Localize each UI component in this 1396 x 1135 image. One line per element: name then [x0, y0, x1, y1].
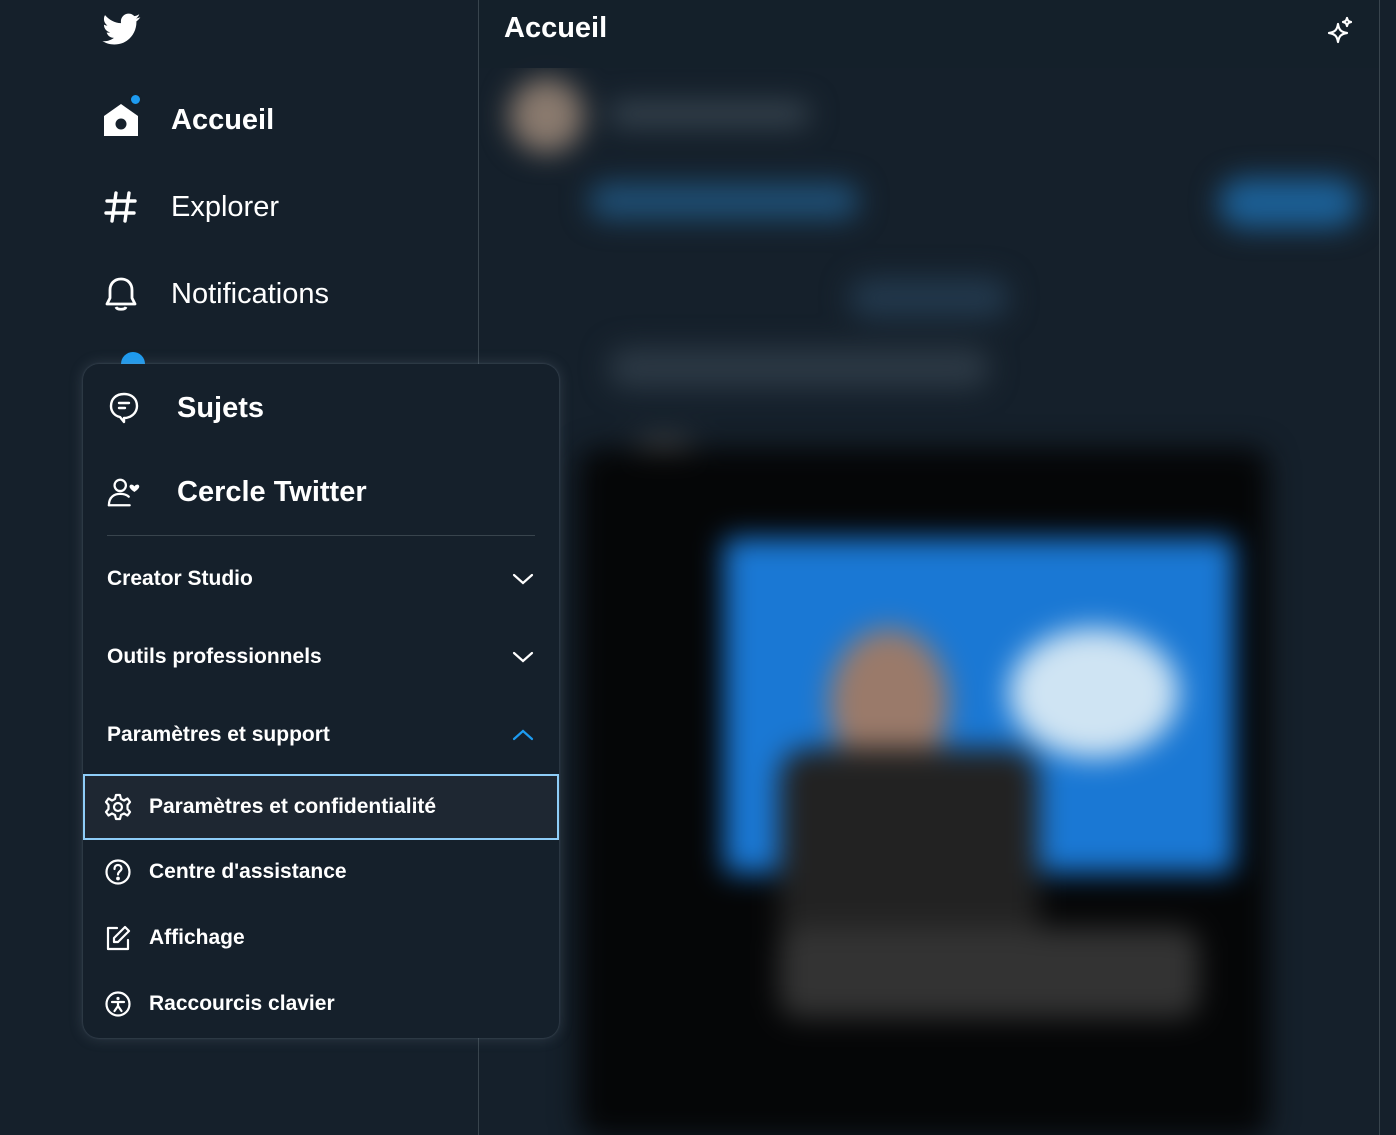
menu-item-topics[interactable]: Sujets — [83, 368, 559, 448]
nav-item-explore[interactable]: Explorer — [100, 177, 279, 237]
menu-divider — [107, 535, 535, 536]
blurred-button — [1219, 178, 1359, 228]
home-notification-dot — [129, 93, 142, 106]
nav-item-label: Explorer — [171, 190, 279, 223]
menu-item-twitter-circle[interactable]: Cercle Twitter — [83, 452, 559, 532]
menu-item-display[interactable]: Affichage — [83, 906, 559, 970]
more-menu: Sujets Cercle Twitter Creator Studio Out… — [83, 364, 559, 1038]
nav-item-home[interactable]: Accueil — [100, 90, 274, 150]
chevron-down-icon — [511, 645, 535, 669]
app-root: Accueil Explorer Notifications Accueil S… — [0, 0, 1396, 1135]
section-label: Outils professionnels — [107, 645, 322, 668]
home-icon — [100, 93, 142, 141]
menu-item-help-center[interactable]: Centre d'assistance — [83, 840, 559, 904]
section-settings-support[interactable]: Paramètres et support — [83, 697, 559, 773]
menu-item-label: Centre d'assistance — [149, 860, 347, 883]
edit-display-icon — [101, 921, 135, 955]
bell-icon — [100, 273, 142, 315]
blurred-image — [779, 748, 1039, 948]
chevron-up-icon — [511, 723, 535, 747]
menu-item-label: Raccourcis clavier — [149, 992, 335, 1015]
sparkle-icon[interactable] — [1319, 10, 1361, 52]
blurred-text — [849, 278, 1009, 318]
blurred-timeline — [479, 68, 1379, 1135]
menu-item-label: Sujets — [177, 391, 265, 424]
section-professional-tools[interactable]: Outils professionnels — [83, 619, 559, 695]
blurred-image — [1009, 628, 1179, 758]
hashtag-icon — [100, 186, 142, 228]
section-label: Creator Studio — [107, 567, 253, 590]
nav-item-label: Accueil — [171, 103, 275, 136]
blurred-text — [609, 103, 809, 125]
main-column: Accueil — [478, 0, 1380, 1135]
blurred-text — [609, 348, 989, 388]
menu-item-settings-privacy[interactable]: Paramètres et confidentialité — [83, 774, 559, 840]
gear-icon — [101, 790, 135, 824]
main-header: Accueil — [479, 0, 1379, 68]
chevron-down-icon — [511, 567, 535, 591]
accessibility-icon — [101, 987, 135, 1021]
help-icon — [101, 855, 135, 889]
section-label: Paramètres et support — [107, 723, 330, 746]
menu-item-label: Cercle Twitter — [177, 475, 367, 508]
menu-item-label: Affichage — [149, 926, 245, 949]
menu-item-keyboard-shortcuts[interactable]: Raccourcis clavier — [83, 972, 559, 1036]
blurred-text — [589, 183, 859, 219]
nav-item-label: Notifications — [171, 277, 329, 310]
blurred-text — [779, 928, 1199, 1018]
avatar — [509, 78, 584, 153]
nav-item-notifications[interactable]: Notifications — [100, 264, 329, 324]
twitter-circle-icon — [107, 475, 141, 509]
section-creator-studio[interactable]: Creator Studio — [83, 541, 559, 617]
twitter-logo-icon[interactable] — [100, 10, 146, 50]
menu-item-label: Paramètres et confidentialité — [149, 795, 437, 818]
page-title: Accueil — [504, 12, 608, 44]
topics-icon — [107, 391, 141, 425]
